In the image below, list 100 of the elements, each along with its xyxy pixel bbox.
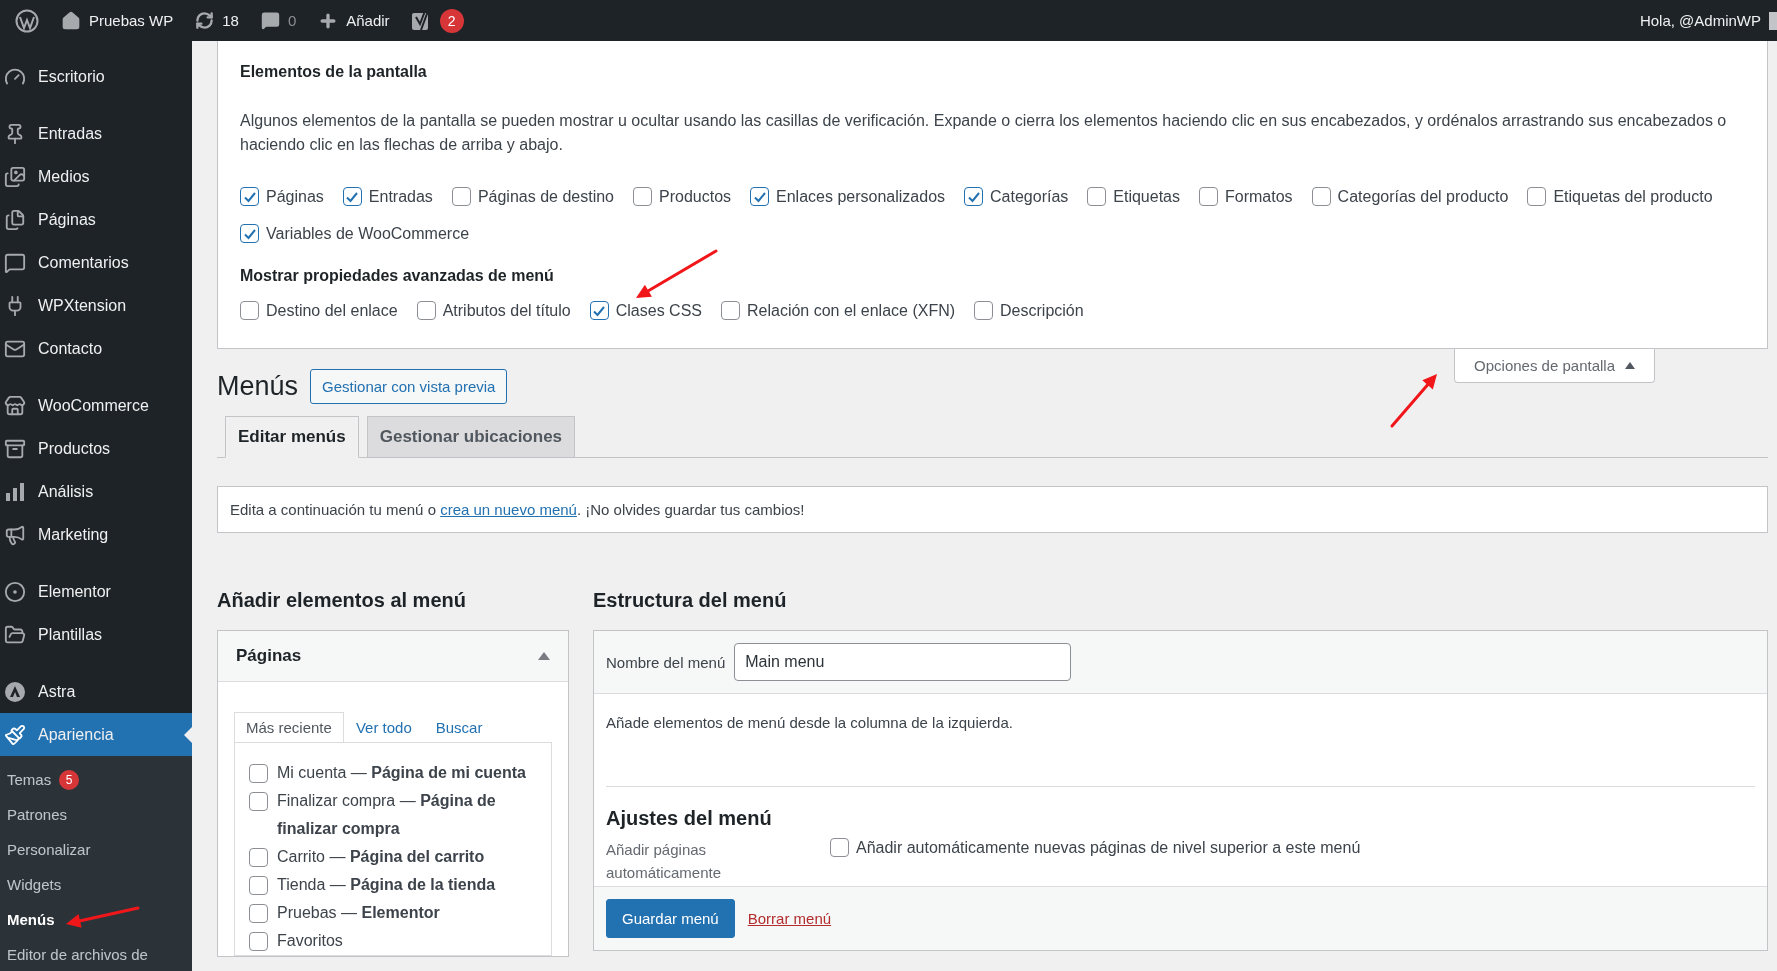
- column-heading: Estructura del menú: [593, 589, 788, 612]
- caret-icon[interactable]: [538, 652, 550, 660]
- save-menu-button[interactable]: Guardar menú: [606, 899, 735, 938]
- checkbox-label: Páginas de destino: [477, 187, 614, 206]
- checkbox-label: Categorías: [990, 187, 1069, 206]
- checkbox[interactable]: [720, 301, 740, 320]
- settings-heading: Ajustes del menú: [606, 807, 773, 830]
- page-option-label: Tienda — Página de la tienda: [277, 875, 497, 895]
- sidebar-item[interactable]: Marketing: [0, 513, 192, 556]
- submenu-item[interactable]: Editor de archivos de: [0, 937, 192, 971]
- checkbox[interactable]: [974, 301, 994, 320]
- comments-link[interactable]: 0: [249, 0, 308, 41]
- checkbox[interactable]: [633, 187, 652, 206]
- checkbox[interactable]: [249, 792, 268, 811]
- menu-icon: [4, 165, 26, 188]
- checkbox-label: Etiquetas del producto: [1553, 187, 1713, 206]
- checkbox[interactable]: [1527, 187, 1547, 206]
- checkbox-label: Relación con el enlace (XFN): [746, 301, 956, 320]
- checkbox-label: Categorías del producto: [1337, 187, 1509, 206]
- checkbox[interactable]: [589, 301, 609, 320]
- checkbox[interactable]: [1087, 187, 1107, 206]
- checkbox[interactable]: [830, 838, 849, 857]
- checkbox-label: Atributos del título: [442, 301, 571, 320]
- checkbox[interactable]: [249, 764, 268, 783]
- screen-options-toggle[interactable]: Opciones de pantalla: [1454, 349, 1655, 383]
- avatar-icon: [1769, 11, 1777, 30]
- checkbox[interactable]: [249, 876, 268, 895]
- hint-text: Añade elementos de menú desde la columna de la izquierda.: [606, 714, 1014, 731]
- checkbox-label: Formatos: [1225, 187, 1293, 206]
- checkbox[interactable]: [249, 904, 268, 923]
- checkbox[interactable]: [240, 301, 259, 320]
- checkbox[interactable]: [451, 187, 471, 206]
- sidebar-item[interactable]: Apariencia: [0, 713, 192, 756]
- page-option-label: Pruebas — Elementor: [277, 903, 441, 923]
- sidebar-item[interactable]: Medios: [0, 155, 192, 198]
- page-option-label: Favoritos: [277, 931, 344, 951]
- create-menu-link[interactable]: crea un nuevo menú: [440, 501, 577, 518]
- menu-icon: [4, 208, 26, 231]
- checkbox[interactable]: [249, 848, 268, 867]
- sidebar-item[interactable]: Plantillas: [0, 613, 192, 656]
- section-heading: Mostrar propiedades avanzadas de menú: [240, 267, 555, 285]
- submenu-item[interactable]: Temas 5: [0, 762, 192, 797]
- metabox-title: Páginas: [236, 646, 302, 666]
- sidebar-item[interactable]: WooCommerce: [0, 384, 192, 427]
- checkbox-label: Enlaces personalizados: [776, 187, 946, 206]
- page-option-label: Carrito — Página del carrito: [277, 847, 486, 867]
- checkbox-label: Variables de WooCommerce: [266, 224, 470, 243]
- site-link[interactable]: Pruebas WP: [50, 0, 185, 41]
- checkbox[interactable]: [1311, 187, 1331, 206]
- speech-bubble-icon: [260, 11, 280, 30]
- column-heading: Añadir elementos al menú: [217, 589, 467, 612]
- checkbox[interactable]: [750, 187, 770, 206]
- sidebar-item[interactable]: Elementor: [0, 570, 192, 613]
- menu-icon: [4, 394, 26, 417]
- count-badge: 5: [59, 769, 80, 790]
- metabox-tab[interactable]: Más reciente: [234, 712, 344, 742]
- preview-button[interactable]: Gestionar con vista previa: [310, 369, 508, 404]
- field-label: Nombre del menú: [606, 653, 726, 671]
- menu-icon: [4, 523, 26, 546]
- add-new-link[interactable]: Añadir: [307, 0, 401, 41]
- sidebar-item[interactable]: Astra: [0, 670, 192, 713]
- checkbox[interactable]: [240, 224, 259, 243]
- setting-label: Añadir páginas automáticamente: [606, 840, 723, 883]
- section-heading: Elementos de la pantalla: [240, 63, 428, 81]
- nav-tab[interactable]: Gestionar ubicaciones: [366, 416, 576, 458]
- description-text: Algunos elementos de la pantalla se pueden mostrar u ocultar usando las casillas de verificación. Expande o cierra los elementos haciendo clic en sus encabezados, y ordénalos arrastrando sus encabezados o haciendo clic en las flechas de arriba y abajo.: [240, 111, 1728, 155]
- sidebar-item[interactable]: Análisis: [0, 470, 192, 513]
- sidebar-item[interactable]: Escritorio: [0, 55, 192, 98]
- triangle-logo-icon: [4, 680, 26, 703]
- updates-link[interactable]: 18: [184, 0, 250, 41]
- submenu-item[interactable]: Patrones: [0, 797, 192, 832]
- sidebar-item[interactable]: Páginas: [0, 198, 192, 241]
- checkbox[interactable]: [240, 187, 259, 206]
- delete-menu-link[interactable]: Borrar menú: [747, 910, 832, 927]
- checkbox[interactable]: [416, 301, 436, 320]
- sidebar-item[interactable]: Productos: [0, 427, 192, 470]
- page-title: Menús: [217, 371, 299, 402]
- checkbox[interactable]: [249, 932, 268, 951]
- arrow-annotation: [1390, 374, 1437, 428]
- seo-menu[interactable]: 2: [400, 0, 475, 41]
- checkbox-label: Destino del enlace: [266, 301, 398, 320]
- menu-name-field[interactable]: Main menu: [734, 643, 1072, 681]
- checkbox[interactable]: [1199, 187, 1218, 206]
- submenu-item[interactable]: Personalizar: [0, 832, 192, 867]
- checkbox-label: Añadir automáticamente nuevas páginas de nivel superior a este menú: [856, 838, 1361, 857]
- metabox-tab[interactable]: Ver todo: [343, 712, 424, 742]
- checkbox[interactable]: [964, 187, 984, 206]
- page-option-label: Finalizar compra — Página de finalizar compra: [277, 791, 497, 839]
- nav-tab[interactable]: Editar menús: [225, 416, 359, 458]
- sidebar-item[interactable]: Contacto: [0, 327, 192, 370]
- menu-icon: [4, 580, 26, 603]
- submenu-item[interactable]: Widgets: [0, 867, 192, 902]
- sidebar-item[interactable]: Entradas: [0, 112, 192, 155]
- checkbox-label: Clases CSS: [615, 301, 702, 320]
- sidebar-item[interactable]: WPXtension: [0, 284, 192, 327]
- metabox-tab[interactable]: Buscar: [423, 712, 495, 742]
- checkbox[interactable]: [342, 187, 362, 206]
- submenu-item[interactable]: Menús: [0, 902, 192, 937]
- account-menu[interactable]: Hola, @AdminWP: [1628, 0, 1777, 41]
- sidebar-item[interactable]: Comentarios: [0, 241, 192, 284]
